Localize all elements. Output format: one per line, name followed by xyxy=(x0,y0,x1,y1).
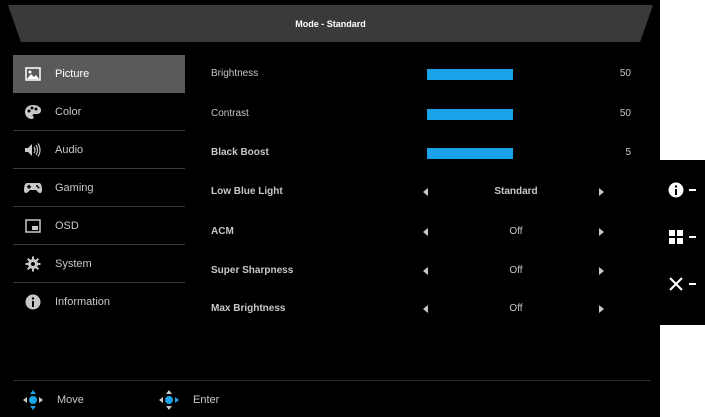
sidebar-item-information[interactable]: Information xyxy=(13,283,185,321)
contrast-row[interactable]: Contrast 50 xyxy=(211,105,651,125)
max-brightness-row[interactable]: Max Brightness Off xyxy=(211,300,651,320)
grid-icon xyxy=(669,230,683,244)
sidebar: Picture Color Audio Gaming OSD System In… xyxy=(13,55,185,321)
arrow-right-icon[interactable] xyxy=(599,267,604,275)
brightness-slider[interactable] xyxy=(427,69,599,80)
info-icon xyxy=(668,182,684,198)
arrow-left-icon[interactable] xyxy=(423,188,428,196)
sidebar-item-color[interactable]: Color xyxy=(13,93,185,131)
palette-icon xyxy=(23,102,43,122)
sidebar-item-osd[interactable]: OSD xyxy=(13,207,185,245)
arrow-left-icon[interactable] xyxy=(423,228,428,236)
brightness-row[interactable]: Brightness 50 xyxy=(211,65,651,85)
sidebar-item-gaming[interactable]: Gaming xyxy=(13,169,185,207)
osd-icon xyxy=(23,216,43,236)
info-key[interactable] xyxy=(668,180,702,200)
sidebar-item-label: Audio xyxy=(55,143,84,156)
black-boost-row[interactable]: Black Boost 5 xyxy=(211,144,651,164)
arrow-left-icon[interactable] xyxy=(423,267,428,275)
sidebar-item-label: Color xyxy=(55,105,82,118)
contrast-fill xyxy=(427,109,513,120)
black-boost-fill xyxy=(427,148,513,159)
page-title: Mode - Standard xyxy=(295,18,366,29)
move-label: Move xyxy=(57,394,84,406)
black-boost-label: Black Boost xyxy=(211,147,269,158)
low-blue-light-label: Low Blue Light xyxy=(211,186,283,197)
menu-key[interactable] xyxy=(668,227,702,247)
brightness-fill xyxy=(427,69,513,80)
contrast-slider[interactable] xyxy=(427,109,599,120)
sidebar-item-picture[interactable]: Picture xyxy=(13,55,185,93)
sidebar-item-label: Gaming xyxy=(55,181,94,194)
gamepad-icon xyxy=(23,178,43,198)
info-icon xyxy=(23,292,43,312)
sidebar-item-label: Picture xyxy=(55,67,90,80)
black-boost-slider[interactable] xyxy=(427,148,599,159)
sidebar-item-audio[interactable]: Audio xyxy=(13,131,185,169)
black-boost-value: 5 xyxy=(625,147,631,158)
sidebar-item-label: OSD xyxy=(55,219,79,232)
close-key[interactable] xyxy=(668,274,702,294)
sidebar-item-system[interactable]: System xyxy=(13,245,185,283)
enter-icon xyxy=(158,389,180,416)
acm-row[interactable]: ACM Off xyxy=(211,223,651,243)
side-key-panel xyxy=(660,160,705,325)
arrow-right-icon[interactable] xyxy=(599,305,604,313)
gear-icon xyxy=(23,254,43,274)
osd-menu: Mode - Standard Picture Color Audio Gami… xyxy=(0,0,660,417)
low-blue-light-value: Standard xyxy=(494,186,538,197)
arrow-left-icon[interactable] xyxy=(423,305,428,313)
sidebar-item-label: System xyxy=(55,257,92,270)
speaker-icon xyxy=(23,140,43,160)
max-brightness-label: Max Brightness xyxy=(211,303,286,314)
super-sharpness-row[interactable]: Super Sharpness Off xyxy=(211,262,651,282)
footer-divider xyxy=(13,380,651,381)
close-icon xyxy=(669,277,683,291)
picture-icon xyxy=(23,64,43,84)
super-sharpness-value: Off xyxy=(509,265,523,276)
title-bar: Mode - Standard xyxy=(8,5,653,42)
move-icon xyxy=(22,389,44,416)
arrow-right-icon[interactable] xyxy=(599,228,604,236)
arrow-right-icon[interactable] xyxy=(599,188,604,196)
key-dash xyxy=(689,189,696,191)
brightness-label: Brightness xyxy=(211,68,259,79)
key-dash xyxy=(689,283,696,285)
key-dash xyxy=(689,236,696,238)
super-sharpness-label: Super Sharpness xyxy=(211,265,294,276)
acm-value: Off xyxy=(509,226,523,237)
max-brightness-value: Off xyxy=(509,303,523,314)
contrast-value: 50 xyxy=(619,108,631,119)
low-blue-light-row[interactable]: Low Blue Light Standard xyxy=(211,183,651,203)
sidebar-item-label: Information xyxy=(55,296,111,308)
brightness-value: 50 xyxy=(619,68,631,79)
contrast-label: Contrast xyxy=(211,108,249,119)
acm-label: ACM xyxy=(211,226,234,237)
enter-label: Enter xyxy=(193,394,220,406)
